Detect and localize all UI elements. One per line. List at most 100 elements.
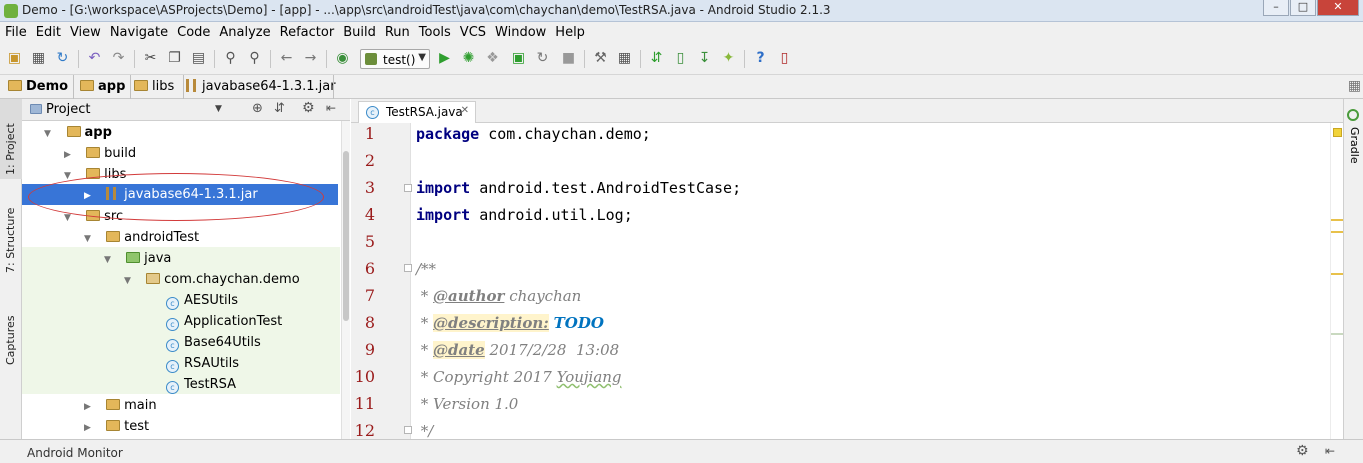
menu-vcs[interactable]: VCS [455, 22, 490, 40]
undo-icon[interactable]: ↶ [86, 50, 103, 67]
close-icon[interactable]: ✕ [461, 105, 469, 116]
chevron-right-icon[interactable]: ▶ [64, 145, 76, 166]
menu-edit[interactable]: Edit [31, 22, 65, 40]
collapse-all-icon[interactable]: ⇵ [274, 101, 285, 116]
tree-node-applicationtest[interactable]: c ApplicationTest [166, 311, 282, 332]
run-configuration-select[interactable]: test() ▼ [360, 49, 430, 69]
chevron-down-icon[interactable]: ▼ [215, 104, 222, 114]
paste-icon[interactable]: ▤ [190, 50, 207, 67]
replace-icon[interactable]: ⚲ [246, 50, 263, 67]
tab-gradle[interactable]: Gradle [1348, 127, 1363, 167]
comment-text: * Copyright 2017 [416, 368, 557, 386]
menu-refactor[interactable]: Refactor [275, 22, 339, 40]
breadcrumb-jar[interactable]: javabase64-1.3.1.jar [186, 79, 336, 94]
tree-node-rsautils[interactable]: c RSAUtils [166, 353, 239, 374]
android-monitor-icon[interactable]: ✦ [720, 50, 737, 67]
recent-files-icon[interactable]: ▦ [1346, 78, 1363, 95]
breadcrumb-app[interactable]: app [80, 79, 125, 94]
run-icon[interactable]: ▶ [436, 50, 453, 67]
tree-node-aesutils[interactable]: c AESUtils [166, 290, 238, 311]
tab-structure[interactable]: 7: Structure [0, 185, 22, 275]
run-coverage-icon[interactable]: ❖ [484, 50, 501, 67]
apply-changes-icon[interactable]: ↻ [534, 50, 551, 67]
tree-node-androidtest[interactable]: ▼ androidTest [84, 227, 199, 248]
maximize-button[interactable]: □ [1290, 0, 1316, 16]
close-button[interactable]: ✕ [1317, 0, 1359, 16]
hide-panel-icon[interactable]: ⇤ [1325, 444, 1335, 458]
tree-node-app[interactable]: ▼ app [44, 122, 112, 143]
chevron-right-icon[interactable]: ▶ [84, 397, 96, 418]
find-icon[interactable]: ⚲ [222, 50, 239, 67]
menu-code[interactable]: Code [172, 22, 214, 40]
project-scrollbar[interactable] [341, 121, 350, 439]
menu-analyze[interactable]: Analyze [214, 22, 274, 40]
error-stripe[interactable] [1330, 123, 1344, 439]
tree-node-test[interactable]: ▶ test [84, 416, 149, 437]
debug-icon[interactable]: ✺ [460, 50, 477, 67]
tree-node-testrsa[interactable]: c TestRSA [166, 374, 236, 395]
menu-view[interactable]: View [65, 22, 105, 40]
chevron-right-icon[interactable]: ▶ [84, 418, 96, 439]
sdk-structure-icon[interactable]: ▦ [616, 50, 633, 67]
forward-icon[interactable]: → [302, 50, 319, 67]
breadcrumb-libs[interactable]: libs [134, 79, 174, 94]
tab-project-label: 1: Project [4, 123, 17, 175]
toolbar-separator [744, 50, 745, 68]
android-monitor-title[interactable]: Android Monitor [27, 446, 123, 460]
tree-node-java[interactable]: ▼ java [104, 248, 171, 269]
code-line-1: package com.chaychan.demo; [416, 125, 651, 143]
chevron-down-icon[interactable]: ▼ [44, 124, 56, 145]
back-icon[interactable]: ← [278, 50, 295, 67]
tree-node-base64utils[interactable]: c Base64Utils [166, 332, 261, 353]
code-text: android.test.AndroidTestCase; [470, 179, 742, 197]
make-project-icon[interactable]: ◉ [334, 50, 351, 67]
scroll-from-source-icon[interactable]: ⊕ [252, 101, 263, 116]
tab-testrsa-java[interactable]: c TestRSA.java ✕ [358, 101, 476, 123]
menu-tools[interactable]: Tools [414, 22, 455, 40]
sdk-manager-icon[interactable]: ↧ [696, 50, 713, 67]
menu-help[interactable]: Help [550, 22, 589, 40]
folder-icon [134, 80, 148, 91]
chevron-down-icon[interactable]: ▼ [124, 271, 136, 292]
line-number: 6 [364, 259, 375, 278]
gear-icon[interactable]: ⚙ [1296, 443, 1309, 459]
tree-node-package[interactable]: ▼ com.chaychan.demo [124, 269, 300, 290]
warning-status-icon[interactable] [1333, 128, 1342, 137]
gradle-sync-icon[interactable]: ⇵ [648, 50, 665, 67]
cut-icon[interactable]: ✂ [142, 50, 159, 67]
menu-file[interactable]: File [0, 22, 31, 40]
device-monitor-icon[interactable]: ▯ [776, 50, 793, 67]
project-structure-icon[interactable]: ⚒ [592, 50, 609, 67]
tab-project[interactable]: 1: Project [0, 99, 22, 179]
chevron-down-icon[interactable]: ▼ [104, 250, 116, 271]
attach-debugger-icon[interactable]: ▣ [510, 50, 527, 67]
menu-build[interactable]: Build [338, 22, 380, 40]
fold-marker-icon[interactable] [404, 426, 412, 434]
code-editor[interactable]: package com.chaychan.demo; import androi… [412, 123, 1330, 440]
tree-node-build[interactable]: ▶ build [64, 143, 136, 164]
sync-icon[interactable]: ↻ [54, 50, 71, 67]
chevron-down-icon[interactable]: ▼ [84, 229, 96, 250]
menu-window[interactable]: Window [490, 22, 550, 40]
menu-navigate[interactable]: Navigate [105, 22, 172, 40]
save-icon[interactable]: ▦ [30, 50, 47, 67]
open-folder-icon[interactable]: ▣ [6, 50, 23, 67]
project-view-select[interactable]: Project [30, 102, 90, 117]
minimize-button[interactable]: – [1263, 0, 1289, 16]
stop-icon[interactable]: ■ [560, 50, 577, 67]
tree-node-label: RSAUtils [184, 356, 240, 371]
fold-marker-icon[interactable] [404, 264, 412, 272]
breadcrumb-demo[interactable]: Demo [8, 79, 68, 94]
scrollbar-thumb[interactable] [343, 151, 349, 321]
redo-icon[interactable]: ↷ [110, 50, 127, 67]
help-icon[interactable]: ? [752, 50, 769, 67]
gear-icon[interactable]: ⚙ [302, 100, 315, 116]
tree-node-main[interactable]: ▶ main [84, 395, 157, 416]
tree-node-label: app [84, 125, 112, 140]
menu-run[interactable]: Run [380, 22, 414, 40]
copy-icon[interactable]: ❐ [166, 50, 183, 67]
tab-captures[interactable]: Captures [0, 285, 22, 365]
avd-manager-icon[interactable]: ▯ [672, 50, 689, 67]
fold-marker-icon[interactable] [404, 184, 412, 192]
hide-panel-icon[interactable]: ⇤ [326, 101, 336, 115]
